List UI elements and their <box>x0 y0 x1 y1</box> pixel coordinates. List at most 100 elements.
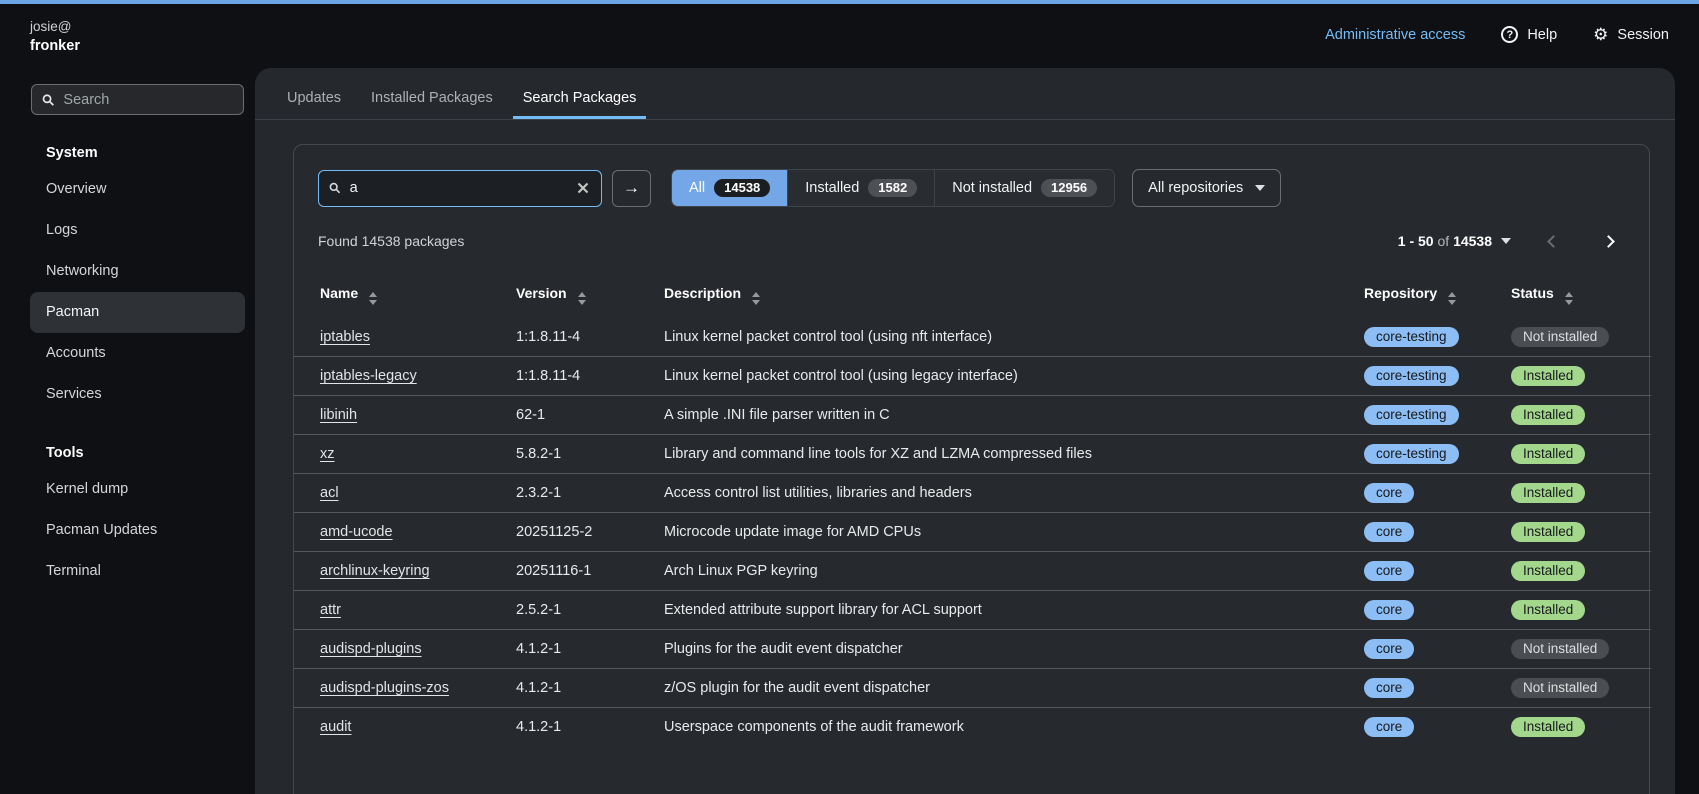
toolbar: → All 14538 Installed 1582 Not installed… <box>294 145 1649 207</box>
search-icon <box>42 93 54 107</box>
tab-installed-packages[interactable]: Installed Packages <box>361 90 503 119</box>
repository-badge: core <box>1364 639 1414 659</box>
package-search-field[interactable] <box>318 170 602 207</box>
sidebar-section-heading: Tools <box>0 439 255 469</box>
package-version: 4.1.2-1 <box>508 630 656 669</box>
tab-search-packages[interactable]: Search Packages <box>513 90 647 119</box>
clear-search-button[interactable] <box>575 180 591 196</box>
repository-select[interactable]: All repositories <box>1132 169 1281 207</box>
package-link[interactable]: archlinux-keyring <box>320 563 430 579</box>
package-version: 20251125-2 <box>508 513 656 552</box>
table-row: archlinux-keyring 20251116-1 Arch Linux … <box>294 552 1651 591</box>
package-description: Arch Linux PGP keyring <box>656 552 1356 591</box>
tab-bar: Updates Installed Packages Search Packages <box>255 68 1675 120</box>
found-count-text: Found 14538 packages <box>318 233 464 249</box>
column-header-status[interactable]: Status <box>1503 273 1651 318</box>
package-link[interactable]: libinih <box>320 407 357 423</box>
package-version: 20251116-1 <box>508 552 656 591</box>
pagination-range-toggle[interactable]: 1 - 50 of 14538 <box>1394 227 1515 255</box>
administrative-access-link[interactable]: Administrative access <box>1325 27 1465 43</box>
tab-updates[interactable]: Updates <box>277 90 351 119</box>
brand-user: josie@ <box>30 17 80 36</box>
status-badge: Installed <box>1511 405 1585 425</box>
package-description: Plugins for the audit event dispatcher <box>656 630 1356 669</box>
sidebar-item-overview[interactable]: Overview <box>30 169 245 210</box>
masthead: josie@ fronker Administrative access ? H… <box>0 4 1699 68</box>
status-filter-group: All 14538 Installed 1582 Not installed 1… <box>671 169 1115 207</box>
sidebar-item-accounts[interactable]: Accounts <box>30 333 245 374</box>
sidebar-item-logs[interactable]: Logs <box>30 210 245 251</box>
column-header-version[interactable]: Version <box>508 273 656 318</box>
session-label: Session <box>1617 27 1669 43</box>
status-badge: Installed <box>1511 522 1585 542</box>
repository-badge: core-testing <box>1364 444 1459 464</box>
column-label: Name <box>320 285 358 301</box>
table-row: acl 2.3.2-1 Access control list utilitie… <box>294 474 1651 513</box>
chevron-down-icon <box>1501 238 1511 244</box>
table-row: audispd-plugins 4.1.2-1 Plugins for the … <box>294 630 1651 669</box>
package-link[interactable]: iptables <box>320 329 370 345</box>
table-row: iptables 1:1.8.11-4 Linux kernel packet … <box>294 318 1651 357</box>
filter-label: All <box>689 180 705 196</box>
repository-badge: core <box>1364 717 1414 737</box>
package-version: 62-1 <box>508 396 656 435</box>
sidebar-item-networking[interactable]: Networking <box>30 251 245 292</box>
column-label: Description <box>664 285 741 301</box>
sort-icon <box>1565 292 1573 305</box>
next-page-button[interactable] <box>1592 233 1625 250</box>
package-search-input[interactable] <box>350 180 566 196</box>
package-version: 4.1.2-1 <box>508 708 656 747</box>
filter-installed[interactable]: Installed 1582 <box>788 170 935 206</box>
sidebar-item-pacman-updates[interactable]: Pacman Updates <box>30 510 245 551</box>
table-row: audispd-plugins-zos 4.1.2-1 z/OS plugin … <box>294 669 1651 708</box>
sort-icon <box>1448 292 1456 305</box>
package-link[interactable]: audispd-plugins <box>320 641 422 657</box>
status-badge: Not installed <box>1511 639 1609 659</box>
package-link[interactable]: xz <box>320 446 335 462</box>
filter-not-installed[interactable]: Not installed 12956 <box>935 170 1114 206</box>
session-menu[interactable]: ⚙ Session <box>1593 26 1669 43</box>
previous-page-button[interactable] <box>1537 233 1570 250</box>
package-version: 2.3.2-1 <box>508 474 656 513</box>
repository-badge: core <box>1364 561 1414 581</box>
status-badge: Installed <box>1511 561 1585 581</box>
package-description: Userspace components of the audit framew… <box>656 708 1356 747</box>
column-header-name[interactable]: Name <box>294 273 508 318</box>
sidebar-search-input[interactable] <box>63 92 233 108</box>
package-link[interactable]: audit <box>320 719 351 735</box>
sidebar-item-pacman[interactable]: Pacman <box>30 292 245 333</box>
package-version: 4.1.2-1 <box>508 669 656 708</box>
sidebar-search[interactable] <box>31 84 244 115</box>
status-badge: Installed <box>1511 444 1585 464</box>
package-link[interactable]: iptables-legacy <box>320 368 417 384</box>
brand[interactable]: josie@ fronker <box>0 4 80 56</box>
package-link[interactable]: attr <box>320 602 341 618</box>
status-badge: Not installed <box>1511 327 1609 347</box>
repository-badge: core <box>1364 522 1414 542</box>
package-link[interactable]: amd-ucode <box>320 524 393 540</box>
sidebar: System OverviewLogsNetworkingPacmanAccou… <box>0 68 255 794</box>
sort-icon <box>369 292 377 305</box>
package-description: Microcode update image for AMD CPUs <box>656 513 1356 552</box>
sidebar-item-kernel-dump[interactable]: Kernel dump <box>30 469 245 510</box>
package-version: 1:1.8.11-4 <box>508 318 656 357</box>
status-badge: Installed <box>1511 717 1585 737</box>
search-submit-button[interactable]: → <box>612 170 651 207</box>
help-label: Help <box>1527 27 1557 43</box>
package-version: 2.5.2-1 <box>508 591 656 630</box>
help-menu[interactable]: ? Help <box>1501 26 1557 43</box>
repository-badge: core <box>1364 678 1414 698</box>
table-header-row: Name Version Description Repository Stat… <box>294 273 1651 318</box>
filter-label: Not installed <box>952 180 1032 196</box>
sidebar-item-terminal[interactable]: Terminal <box>30 551 245 592</box>
column-header-description[interactable]: Description <box>656 273 1356 318</box>
package-link[interactable]: acl <box>320 485 339 501</box>
repository-select-value: All repositories <box>1148 180 1243 196</box>
repository-badge: core <box>1364 600 1414 620</box>
sidebar-item-services[interactable]: Services <box>30 374 245 415</box>
repository-badge: core-testing <box>1364 366 1459 386</box>
package-link[interactable]: audispd-plugins-zos <box>320 680 449 696</box>
filter-all[interactable]: All 14538 <box>672 170 788 206</box>
column-header-repository[interactable]: Repository <box>1356 273 1503 318</box>
package-version: 1:1.8.11-4 <box>508 357 656 396</box>
